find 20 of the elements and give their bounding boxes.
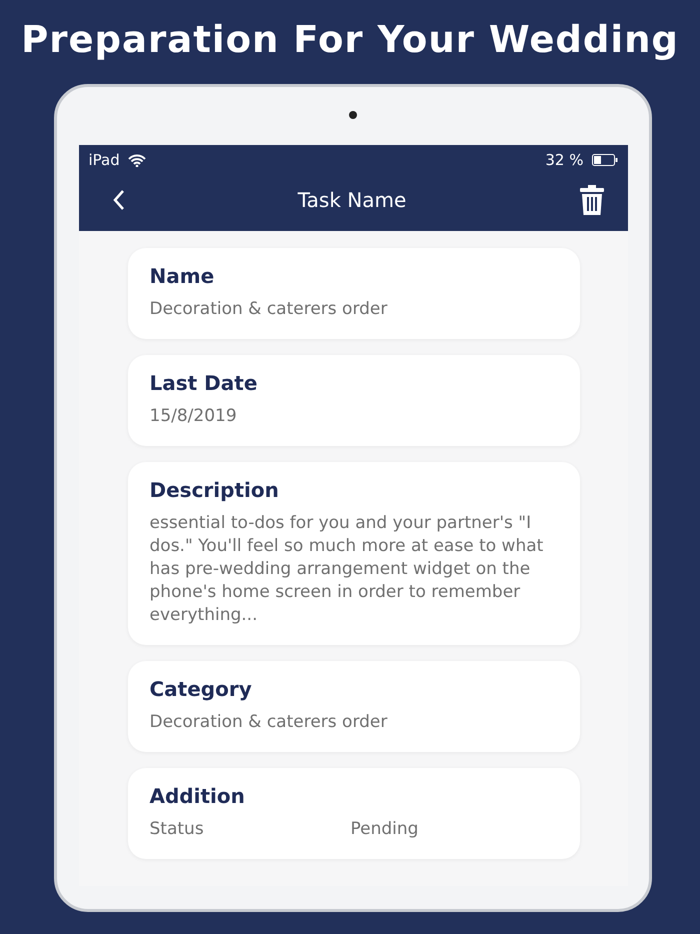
trash-icon[interactable] [580, 185, 604, 215]
field-value: Decoration & caterers order [150, 298, 388, 321]
field-value: essential to-dos for you and your partner's "I dos." You'll feel so much more at ease to what has pre-wedding arrangement widget on the phone's home screen in order to remember everything... [150, 512, 544, 627]
card-title: Last Date [150, 371, 258, 395]
battery-percent: 32 % [545, 151, 584, 169]
camera-icon [349, 111, 357, 119]
screen-title: Task Name [298, 188, 406, 212]
row-value: Pending [350, 818, 420, 841]
card-title: Name [150, 264, 214, 288]
wifi-icon [128, 154, 146, 166]
row-label: Status [150, 818, 205, 841]
field-value: 15/8/2019 [150, 405, 238, 428]
card-title: Description [150, 478, 279, 502]
battery-icon [592, 154, 618, 166]
card-title: Addition [150, 784, 245, 808]
device-label: iPad [88, 151, 120, 169]
card-title: Category [150, 677, 252, 701]
headline: Preparation For Your Wedding [21, 18, 679, 60]
field-value: Decoration & caterers order [150, 711, 388, 734]
back-icon[interactable] [112, 189, 124, 211]
